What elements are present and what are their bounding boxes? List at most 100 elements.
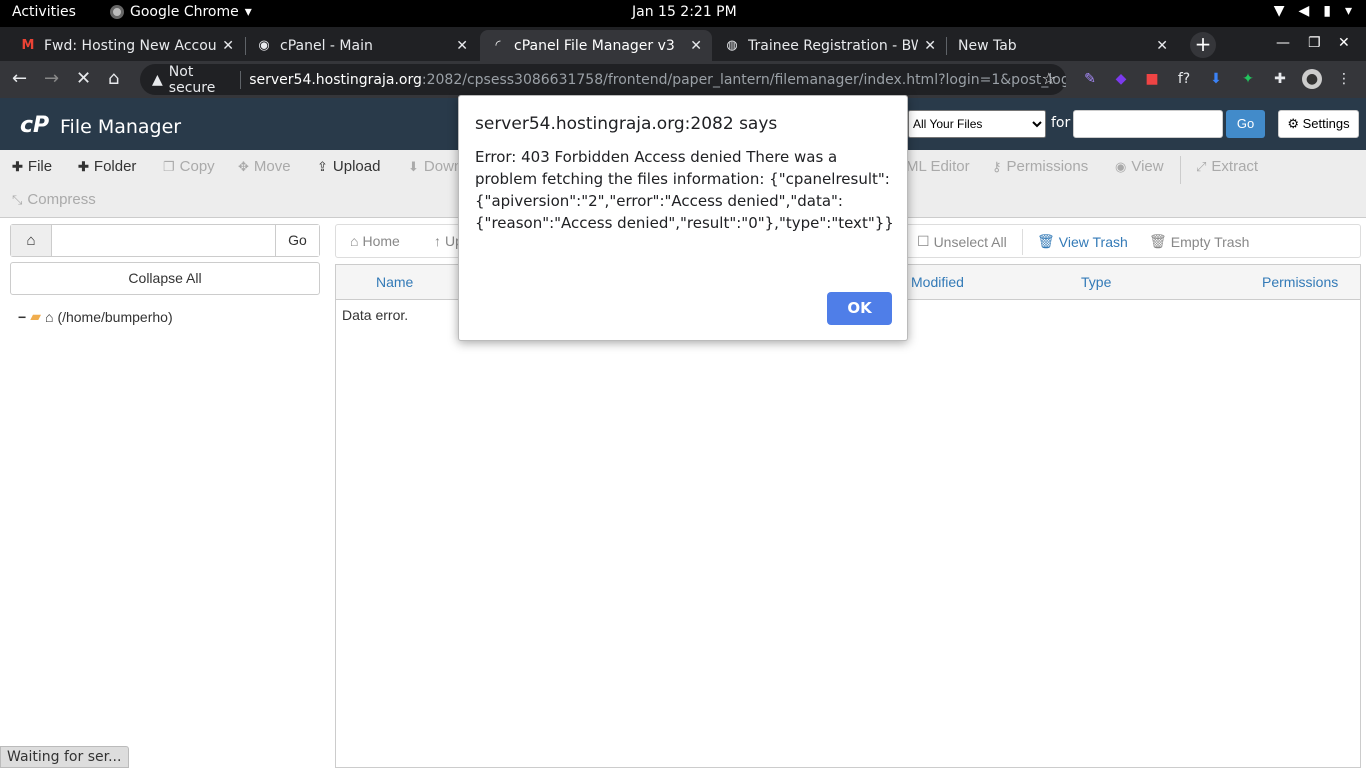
alert-dialog: server54.hostingraja.org:2082 says Error… (458, 95, 908, 341)
extension-pen-icon[interactable]: ✎ (1080, 69, 1100, 89)
tab-cpanel-main[interactable]: ◉ cPanel - Main ✕ (246, 30, 478, 61)
new-tab-button[interactable]: + (1190, 32, 1216, 58)
profile-avatar-icon[interactable]: ● (1302, 69, 1322, 89)
upload-button[interactable]: ⇪ Upload (317, 158, 380, 175)
wifi-icon: ▼ (1273, 3, 1285, 19)
dialog-origin: server54.hostingraja.org:2082 says (475, 114, 778, 134)
search-scope-select[interactable]: All Your Files (908, 110, 1046, 138)
security-label: Not secure (168, 63, 216, 96)
unselect-all-button[interactable]: ☐ Unselect All (917, 233, 1007, 250)
chrome-icon (110, 5, 124, 19)
ok-button[interactable]: OK (827, 292, 892, 325)
tab-new-tab[interactable]: New Tab ✕ (948, 30, 1178, 61)
tab-gmail[interactable]: M Fwd: Hosting New Accou ✕ (10, 30, 244, 61)
extension-shield-icon[interactable]: ■ (1142, 69, 1162, 89)
security-indicator[interactable]: ▲ Not secure (152, 64, 232, 96)
plus-icon: ✚ (78, 158, 89, 174)
path-go-button[interactable]: Go (275, 225, 319, 256)
column-modified[interactable]: Modified (911, 274, 964, 290)
home-nav-label: Home (362, 233, 400, 249)
home-icon[interactable]: ⌂ (108, 68, 119, 89)
restore-icon[interactable]: ❐ (1308, 35, 1321, 51)
extension-pin-icon[interactable]: ✦ (1238, 69, 1258, 89)
activities-button[interactable]: Activities (12, 4, 76, 20)
tab-trainee-registration[interactable]: ◍ Trainee Registration - BW ✕ (714, 30, 946, 61)
view-button[interactable]: ◉ View (1115, 158, 1164, 175)
close-icon[interactable]: ✕ (924, 38, 936, 54)
window-close-icon[interactable]: ✕ (1338, 35, 1350, 51)
key-icon: ⚷ (992, 158, 1002, 174)
trash-icon: 🗑 (1037, 233, 1055, 249)
toolbar-divider (1180, 156, 1181, 184)
settings-button[interactable]: ⚙ Settings (1278, 110, 1359, 138)
copy-icon: ❐ (163, 158, 175, 174)
app-name: Google Chrome (130, 4, 239, 20)
checkbox-icon: ☐ (917, 233, 930, 249)
system-tray[interactable]: ▼ ◀ ▮ ▾ (1274, 3, 1352, 19)
html-editor-button[interactable]: ML Editor (906, 158, 970, 175)
home-icon[interactable]: ⌂ (11, 225, 52, 256)
new-folder-button[interactable]: ✚ Folder (78, 158, 136, 175)
site-icon: ◍ (726, 38, 738, 53)
extract-button[interactable]: ⤢ Extract (1196, 158, 1258, 175)
search-go-button[interactable]: Go (1226, 110, 1265, 138)
stop-icon[interactable]: ✕ (76, 68, 91, 89)
empty-trash-button[interactable]: 🗑 Empty Trash (1149, 233, 1249, 250)
extensions-puzzle-icon[interactable]: ✚ (1270, 69, 1290, 89)
extract-label: Extract (1211, 158, 1259, 175)
kebab-menu-icon[interactable]: ⋮ (1334, 69, 1354, 89)
search-input[interactable] (1073, 110, 1223, 138)
close-icon[interactable]: ✕ (690, 38, 702, 54)
globe-icon: ◉ (258, 38, 270, 53)
close-icon[interactable]: ✕ (1156, 38, 1168, 54)
tab-file-manager[interactable]: ◜ cPanel File Manager v3 ✕ (480, 30, 712, 61)
minimize-icon[interactable]: — (1276, 35, 1290, 51)
copy-button[interactable]: ❐ Copy (163, 158, 215, 175)
new-file-button[interactable]: ✚ File (12, 158, 52, 175)
permissions-button[interactable]: ⚷ Permissions (992, 158, 1088, 175)
extension-download-icon[interactable]: ⬇ (1206, 69, 1226, 89)
gmail-icon: M (21, 38, 35, 53)
unselect-all-label: Unselect All (933, 233, 1007, 250)
path-input[interactable] (53, 225, 275, 256)
level-up-icon: ↑ (434, 233, 441, 249)
compress-button[interactable]: ⤡ Compress (12, 191, 96, 208)
data-error-message: Data error. (342, 307, 409, 323)
close-icon[interactable]: ✕ (222, 38, 234, 54)
move-label: Move (253, 158, 291, 175)
gear-icon: ⚙ (1287, 116, 1300, 131)
tree-root-item[interactable]: − ▰ ⌂ (/home/bumperho) (18, 308, 173, 325)
clock[interactable]: Jan 15 2:21 PM (632, 4, 737, 20)
system-top-bar: Activities Google Chrome ▾ Jan 15 2:21 P… (0, 0, 1366, 27)
home-nav-button[interactable]: ⌂ Home (350, 233, 400, 249)
expand-icon: ⤢ (1196, 158, 1207, 174)
view-trash-button[interactable]: 🗑 View Trash (1037, 233, 1128, 250)
tree-root-label: (/home/bumperho) (57, 308, 173, 325)
empty-trash-label: Empty Trash (1170, 233, 1250, 250)
address-bar[interactable]: ▲ Not secure server54.hostingraja.org :2… (140, 64, 1066, 96)
tab-divider (946, 37, 947, 55)
forward-icon[interactable]: → (44, 68, 59, 89)
folder-open-icon: ▰ (30, 308, 41, 324)
column-type[interactable]: Type (1081, 274, 1111, 290)
back-icon[interactable]: ← (12, 68, 27, 89)
omnibox-divider (240, 70, 242, 89)
extension-font-icon[interactable]: f? (1174, 69, 1194, 89)
app-menu[interactable]: Google Chrome ▾ (110, 4, 252, 20)
view-trash-label: View Trash (1058, 233, 1128, 250)
view-label: View (1131, 158, 1164, 175)
move-button[interactable]: ✥ Move (238, 158, 291, 175)
upload-label: Upload (332, 158, 381, 175)
column-name[interactable]: Name (376, 274, 413, 290)
bookmark-star-icon[interactable]: ☆ (1042, 69, 1056, 88)
close-icon[interactable]: ✕ (456, 38, 468, 54)
cpanel-logo[interactable]: cP (20, 113, 49, 138)
column-permissions[interactable]: Permissions (1262, 274, 1338, 290)
download-button[interactable]: ⬇ Down (408, 158, 462, 175)
collapse-all-button[interactable]: Collapse All (10, 262, 320, 295)
collapse-toggle-icon[interactable]: − (18, 309, 26, 325)
extension-cube-icon[interactable]: ◆ (1111, 69, 1131, 89)
trash-icon: 🗑 (1149, 233, 1167, 249)
battery-icon: ▮ (1323, 3, 1331, 19)
tab-title: Fwd: Hosting New Accou (44, 37, 217, 54)
